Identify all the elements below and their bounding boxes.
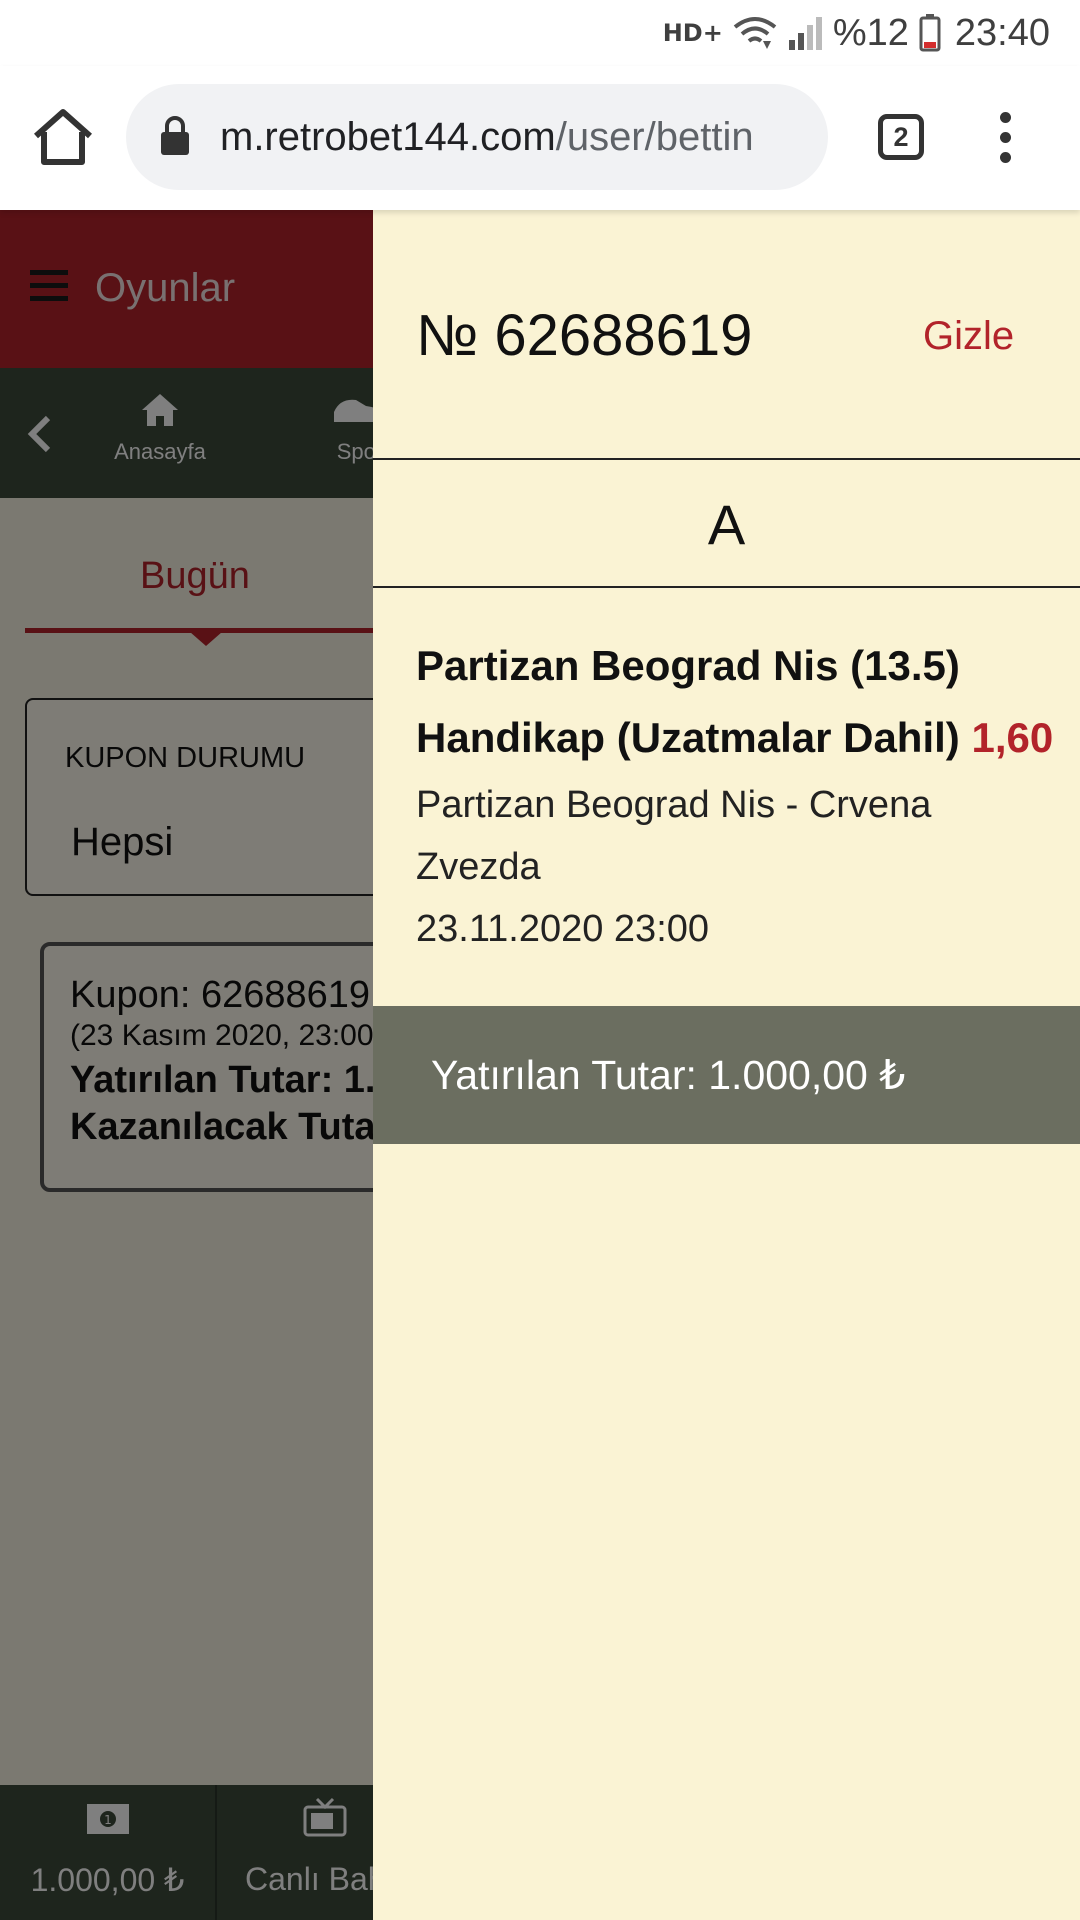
home-icon[interactable] <box>30 104 96 170</box>
divider <box>373 458 1080 460</box>
match-name: Partizan Beograd Nis - Crvena Zvezda <box>416 774 1056 898</box>
selection-odds: 1,60 <box>971 714 1054 761</box>
group-label: A <box>707 493 746 556</box>
divider <box>373 586 1080 588</box>
url-path: /user/bettin <box>555 115 754 159</box>
status-icons: HD+ %12 23:40 <box>663 10 1050 56</box>
selection-line-1: Partizan Beograd Nis (13.5) <box>416 642 960 689</box>
wifi-icon <box>733 17 777 49</box>
coupon-number: № 62688619 <box>416 303 753 368</box>
lock-icon <box>161 116 189 155</box>
status-bar: HD+ %12 23:40 <box>0 0 1080 66</box>
hide-button[interactable]: Gizle <box>923 314 1014 359</box>
url-host: m.retrobet144.com <box>220 115 556 159</box>
url-text[interactable]: m.retrobet144.com/user/bettin <box>220 84 816 190</box>
battery-percent: %12 <box>832 11 909 54</box>
signal-icon <box>788 17 822 50</box>
network-type: HD+ <box>662 19 723 47</box>
url-bar[interactable]: m.retrobet144.com/user/bettin <box>126 84 828 190</box>
battery-icon <box>919 14 941 52</box>
selection-title: Partizan Beograd Nis (13.5) Handikap (Uz… <box>416 630 1056 774</box>
selection-item: Partizan Beograd Nis (13.5) Handikap (Uz… <box>416 630 1056 960</box>
match-line-1: Partizan Beograd Nis - Crvena <box>416 784 932 826</box>
browser-toolbar: m.retrobet144.com/user/bettin 2 <box>0 66 1080 210</box>
tab-switcher-button[interactable]: 2 <box>878 114 924 160</box>
match-datetime: 23.11.2020 23:00 <box>416 908 710 950</box>
stake-label: Yatırılan Tutar: 1.000,00 ₺ <box>431 1052 906 1098</box>
stake-bar: Yatırılan Tutar: 1.000,00 ₺ <box>373 1006 1080 1144</box>
coupon-detail-panel: № 62688619 Gizle A Partizan Beograd Nis … <box>373 210 1080 1920</box>
clock: 23:40 <box>954 11 1050 54</box>
selection-line-2: Handikap (Uzatmalar Dahil) <box>416 714 960 761</box>
overflow-menu-icon[interactable] <box>990 112 1022 164</box>
match-line-2: Zvezda <box>416 846 541 888</box>
